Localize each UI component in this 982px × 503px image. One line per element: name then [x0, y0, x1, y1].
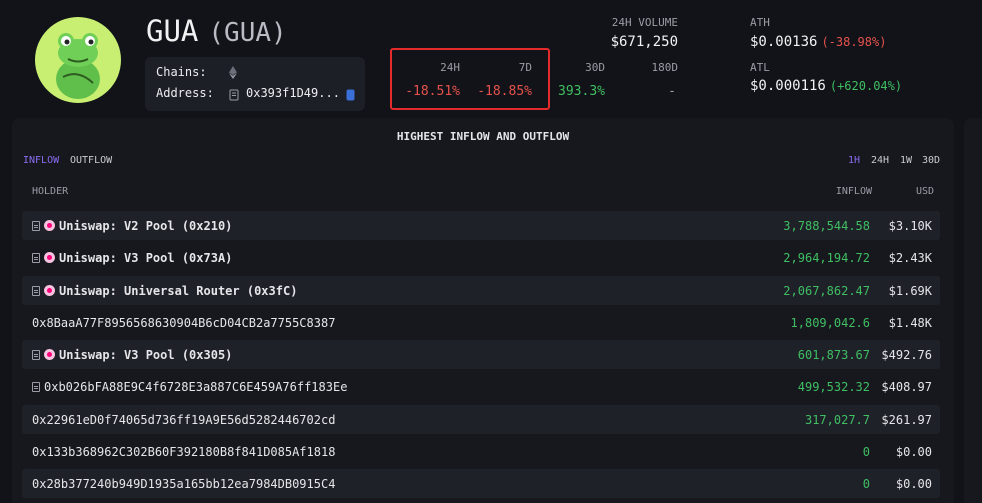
panel-title: HIGHEST INFLOW AND OUTFLOW: [396, 130, 570, 143]
table-row[interactable]: Uniswap: V2 Pool (0x210) 3,788,544.58 $3…: [22, 211, 940, 240]
holder-cell[interactable]: Uniswap: Universal Router (0x3fC): [32, 284, 297, 298]
change-header-180d: 180D: [651, 61, 679, 74]
column-header-inflow[interactable]: INFLOW: [836, 186, 872, 197]
atl-label: ATL: [750, 61, 770, 74]
ath-pct: (-38.98%): [821, 35, 887, 49]
holder-name[interactable]: 0x22961eD0f74065d736ff19A9E56d5282446702…: [32, 413, 335, 427]
holder-cell[interactable]: 0x8BaaA77F8956568630904B6cD04CB2a7755C83…: [32, 316, 335, 330]
tab-1w[interactable]: 1W: [900, 155, 912, 166]
holder-cell[interactable]: Uniswap: V3 Pool (0x73A): [32, 251, 232, 265]
usd-cell: $261.97: [881, 412, 932, 427]
holder-name[interactable]: Uniswap: V2 Pool (0x210): [59, 219, 232, 233]
holder-name[interactable]: 0xb026bFA88E9C4f6728E3a887C6E459A76ff183…: [44, 380, 347, 394]
holder-cell[interactable]: Uniswap: V2 Pool (0x210): [32, 219, 232, 233]
holder-cell[interactable]: 0x22961eD0f74065d736ff19A9E56d5282446702…: [32, 413, 335, 427]
uniswap-icon: [44, 220, 55, 231]
tab-30d[interactable]: 30D: [922, 155, 940, 166]
table-row[interactable]: 0x8BaaA77F8956568630904B6cD04CB2a7755C83…: [22, 308, 940, 337]
token-logo: [35, 17, 121, 103]
uniswap-icon: [44, 349, 55, 360]
usd-cell: $1.48K: [888, 315, 932, 330]
token-name: GUA: [146, 14, 199, 48]
ath-value: $0.00136: [750, 34, 818, 50]
holder-cell[interactable]: 0xb026bFA88E9C4f6728E3a887C6E459A76ff183…: [32, 380, 347, 394]
tab-24h[interactable]: 24H: [871, 155, 889, 166]
usd-cell: $2.43K: [888, 250, 932, 265]
tab-1h[interactable]: 1H: [848, 155, 860, 166]
atl-pct: (+620.04%): [829, 79, 903, 93]
change-value-180d: -: [668, 84, 676, 99]
inflow-cell: 2,067,862.47: [783, 283, 870, 298]
ethereum-icon[interactable]: [229, 64, 237, 83]
column-header-usd[interactable]: USD: [916, 186, 934, 197]
change-header-30d: 30D: [585, 61, 605, 74]
volume-label: 24H VOLUME: [611, 16, 678, 29]
usd-cell: $0.00: [895, 444, 932, 459]
atl-row: $0.000116 (+620.04%): [750, 78, 902, 94]
inflow-cell: 0: [862, 444, 870, 459]
contract-icon: [32, 252, 40, 263]
table-row[interactable]: 0x22961eD0f74065d736ff19A9E56d5282446702…: [22, 405, 940, 434]
holder-cell[interactable]: 0x28b377240b949D1935a165bb12ea7984DB0915…: [32, 477, 335, 491]
inflow-cell: 1,809,042.6: [790, 315, 870, 330]
usd-cell: $1.69K: [888, 283, 932, 298]
frog-avatar-icon: [56, 33, 100, 99]
inflow-cell: 2,964,194.72: [783, 250, 870, 265]
holder-name[interactable]: Uniswap: V3 Pool (0x305): [59, 348, 232, 362]
tab-inflow[interactable]: INFLOW: [23, 155, 59, 166]
inflow-cell: 601,873.67: [797, 347, 870, 362]
inflow-cell: 0: [862, 476, 870, 491]
volume-value: $671,250: [610, 34, 678, 50]
usd-cell: $3.10K: [888, 218, 932, 233]
holder-cell[interactable]: Uniswap: V3 Pool (0x305): [32, 348, 232, 362]
inflow-cell: 3,788,544.58: [783, 218, 870, 233]
usd-cell: $0.00: [895, 476, 932, 491]
atl-value: $0.000116: [750, 78, 826, 94]
usd-cell: $492.76: [881, 347, 932, 362]
address-label: Address:: [156, 86, 214, 100]
wallet-icon[interactable]: [346, 86, 355, 105]
address-value[interactable]: 0x393f1D49...: [246, 86, 340, 100]
inflow-cell: 317,027.7: [804, 412, 870, 427]
copy-icon[interactable]: [229, 86, 239, 105]
contract-icon: [32, 220, 40, 231]
table-row[interactable]: Uniswap: Universal Router (0x3fC) 2,067,…: [22, 276, 940, 305]
contract-icon: [32, 285, 40, 296]
table-row[interactable]: 0x28b377240b949D1935a165bb12ea7984DB0915…: [22, 469, 940, 498]
holder-name[interactable]: 0x133b368962C302B60F392180B8f841D085Af18…: [32, 445, 335, 459]
token-title: GUA (GUA): [146, 14, 287, 48]
table-row[interactable]: 0x133b368962C302B60F392180B8f841D085Af18…: [22, 437, 940, 466]
column-header-holder[interactable]: HOLDER: [32, 186, 68, 197]
contract-icon: [32, 381, 40, 392]
holder-name[interactable]: Uniswap: Universal Router (0x3fC): [59, 284, 297, 298]
ath-label: ATH: [750, 16, 770, 29]
table-row[interactable]: Uniswap: V3 Pool (0x73A) 2,964,194.72 $2…: [22, 243, 940, 272]
holder-name[interactable]: 0x28b377240b949D1935a165bb12ea7984DB0915…: [32, 477, 335, 491]
ath-row: $0.00136 (-38.98%): [750, 34, 886, 50]
table-row[interactable]: 0xb026bFA88E9C4f6728E3a887C6E459A76ff183…: [22, 372, 940, 401]
inflow-outflow-panel: HIGHEST INFLOW AND OUTFLOW INFLOW OUTFLO…: [12, 118, 954, 503]
token-symbol: (GUA): [208, 18, 287, 48]
holder-cell[interactable]: 0x133b368962C302B60F392180B8f841D085Af18…: [32, 445, 335, 459]
inflow-cell: 499,532.32: [797, 379, 870, 394]
tab-outflow[interactable]: OUTFLOW: [70, 155, 112, 166]
side-panel: [964, 118, 982, 503]
change-value-30d: 393.3%: [558, 84, 605, 99]
holder-name[interactable]: Uniswap: V3 Pool (0x73A): [59, 251, 232, 265]
uniswap-icon: [44, 285, 55, 296]
chains-label: Chains:: [156, 65, 207, 79]
uniswap-icon: [44, 252, 55, 263]
usd-cell: $408.97: [881, 379, 932, 394]
table-row[interactable]: Uniswap: V3 Pool (0x305) 601,873.67 $492…: [22, 340, 940, 369]
highlight-box: [390, 48, 550, 110]
holder-name[interactable]: 0x8BaaA77F8956568630904B6cD04CB2a7755C83…: [32, 316, 335, 330]
contract-icon: [32, 349, 40, 360]
